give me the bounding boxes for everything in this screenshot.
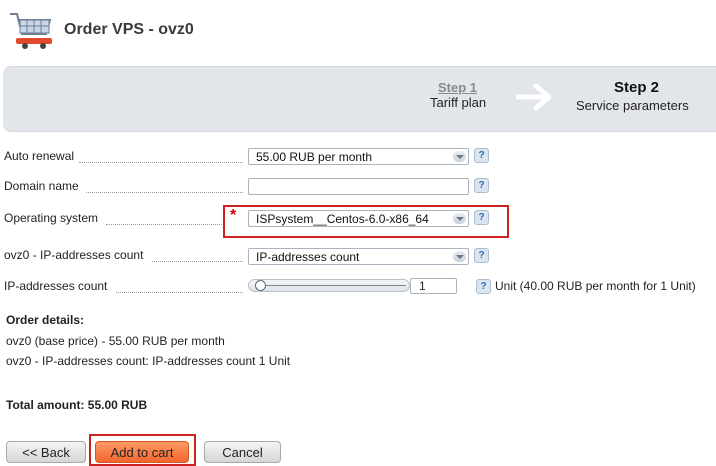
- operating-system-select[interactable]: ISPsystem__Centos-6.0-x86_64: [248, 210, 469, 227]
- auto-renewal-label: Auto renewal: [4, 149, 75, 163]
- chevron-down-icon: [453, 151, 466, 162]
- order-details-title: Order details:: [6, 313, 85, 327]
- domain-name-label: Domain name: [4, 179, 79, 193]
- step-1-subtitle: Tariff plan: [430, 95, 487, 110]
- label-leader: [152, 260, 243, 262]
- label-leader: [106, 223, 222, 225]
- shopping-cart-icon: [8, 10, 56, 50]
- help-icon[interactable]: ?: [474, 178, 489, 193]
- label-leader: [79, 161, 243, 163]
- help-icon[interactable]: ?: [474, 148, 489, 163]
- total-amount: Total amount: 55.00 RUB: [6, 398, 148, 412]
- back-button[interactable]: << Back: [6, 441, 86, 463]
- order-detail-line: ovz0 (base price) - 55.00 RUB per month: [6, 334, 225, 348]
- label-leader: [86, 191, 243, 193]
- arrow-right-icon: [515, 82, 554, 112]
- step-2-subtitle: Service parameters: [576, 98, 689, 113]
- ip-count-input[interactable]: 1: [410, 278, 457, 294]
- ip-count-select-label: ovz0 - IP-addresses count: [4, 248, 144, 262]
- slider-rail: [262, 285, 406, 286]
- operating-system-label: Operating system: [4, 211, 99, 225]
- chevron-down-icon: [453, 251, 466, 262]
- step-1-link[interactable]: Step 1: [438, 80, 477, 95]
- ip-count-select-value: IP-addresses count: [256, 250, 360, 264]
- operating-system-value: ISPsystem__Centos-6.0-x86_64: [256, 212, 429, 226]
- step-2-title: Step 2: [614, 79, 660, 96]
- order-detail-line: ovz0 - IP-addresses count: IP-addresses …: [6, 354, 291, 368]
- auto-renewal-value: 55.00 RUB per month: [256, 150, 373, 164]
- label-leader: [116, 291, 243, 293]
- help-icon[interactable]: ?: [474, 210, 489, 225]
- slider-handle[interactable]: [255, 280, 266, 291]
- add-to-cart-button[interactable]: Add to cart: [95, 441, 189, 463]
- page-title: Order VPS - ovz0: [64, 21, 194, 38]
- domain-name-input[interactable]: [248, 178, 469, 195]
- auto-renewal-select[interactable]: 55.00 RUB per month: [248, 148, 469, 165]
- help-icon[interactable]: ?: [476, 279, 491, 294]
- ip-count-label: IP-addresses count: [4, 279, 108, 293]
- help-icon[interactable]: ?: [474, 248, 489, 263]
- unit-price-text: Unit (40.00 RUB per month for 1 Unit): [495, 279, 696, 293]
- ip-count-select[interactable]: IP-addresses count: [248, 248, 469, 265]
- required-mark: *: [230, 207, 237, 224]
- cancel-button[interactable]: Cancel: [204, 441, 281, 463]
- chevron-down-icon: [453, 213, 466, 224]
